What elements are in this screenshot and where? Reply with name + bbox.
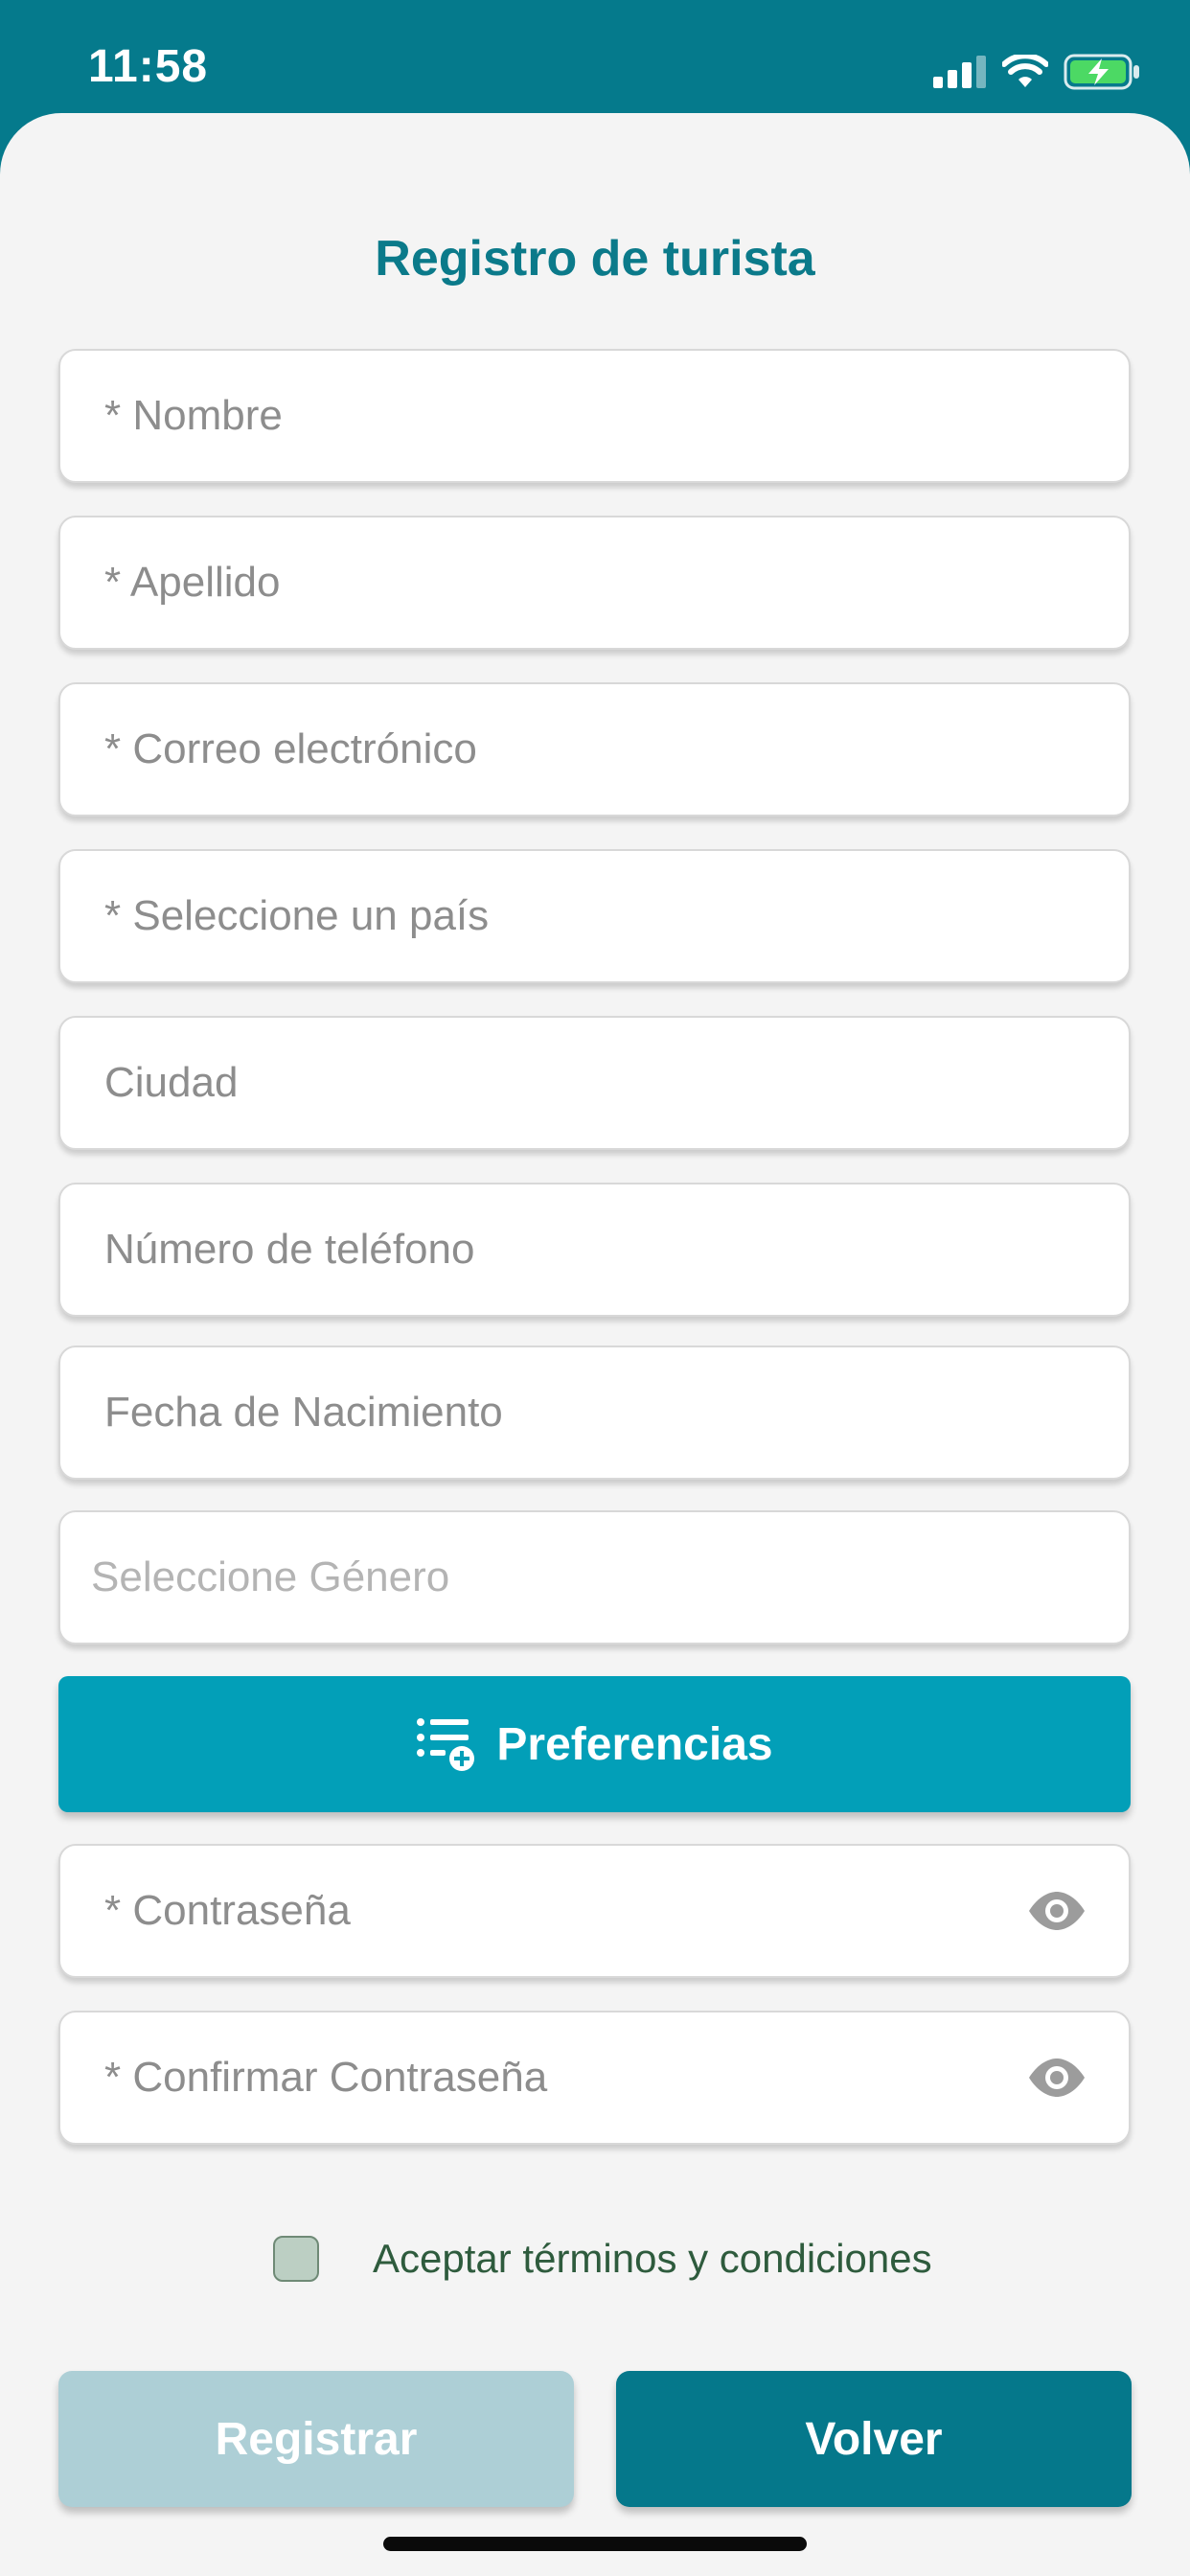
preferences-button[interactable]: Preferencias — [58, 1676, 1131, 1812]
page-title: Registro de turista — [375, 231, 815, 287]
confirm-password-placeholder: * Confirmar Contraseña — [104, 2054, 548, 2101]
apellido-placeholder: * Apellido — [104, 559, 281, 606]
status-time: 11:58 — [88, 41, 209, 92]
birthdate-field[interactable]: Fecha de Nacimiento — [58, 1346, 1131, 1480]
eye-icon[interactable] — [1027, 1890, 1087, 1932]
terms-label[interactable]: Aceptar términos y condiciones — [373, 2236, 932, 2282]
gender-select[interactable]: Seleccione Género — [58, 1510, 1131, 1644]
phone-field[interactable]: Número de teléfono — [58, 1183, 1131, 1317]
email-field[interactable]: * Correo electrónico — [58, 682, 1131, 816]
password-placeholder: * Contraseña — [104, 1887, 351, 1934]
gender-placeholder: Seleccione Género — [91, 1553, 450, 1600]
eye-icon[interactable] — [1027, 2057, 1087, 2099]
city-field[interactable]: Ciudad — [58, 1016, 1131, 1150]
list-add-icon — [417, 1718, 475, 1771]
battery-charging-icon — [1064, 54, 1139, 90]
signal-icon — [933, 56, 986, 88]
wifi-icon — [1002, 55, 1048, 87]
nombre-placeholder: * Nombre — [104, 392, 283, 439]
email-placeholder: * Correo electrónico — [104, 725, 477, 772]
status-icons — [933, 50, 1142, 94]
back-button[interactable]: Volver — [616, 2371, 1132, 2507]
terms-checkbox[interactable] — [273, 2236, 319, 2282]
preferences-label: Preferencias — [496, 1718, 773, 1770]
home-indicator — [383, 2537, 807, 2551]
nombre-field[interactable]: * Nombre — [58, 349, 1131, 483]
country-select[interactable]: * Seleccione un país — [58, 849, 1131, 983]
city-placeholder: Ciudad — [104, 1059, 239, 1106]
confirm-password-field[interactable]: * Confirmar Contraseña — [58, 2011, 1131, 2145]
country-placeholder: * Seleccione un país — [104, 892, 490, 939]
phone-placeholder: Número de teléfono — [104, 1226, 475, 1273]
register-button[interactable]: Registrar — [58, 2371, 574, 2507]
apellido-field[interactable]: * Apellido — [58, 516, 1131, 650]
password-field[interactable]: * Contraseña — [58, 1844, 1131, 1978]
terms-row: Aceptar términos y condiciones — [273, 2233, 932, 2285]
birthdate-placeholder: Fecha de Nacimiento — [104, 1389, 503, 1436]
